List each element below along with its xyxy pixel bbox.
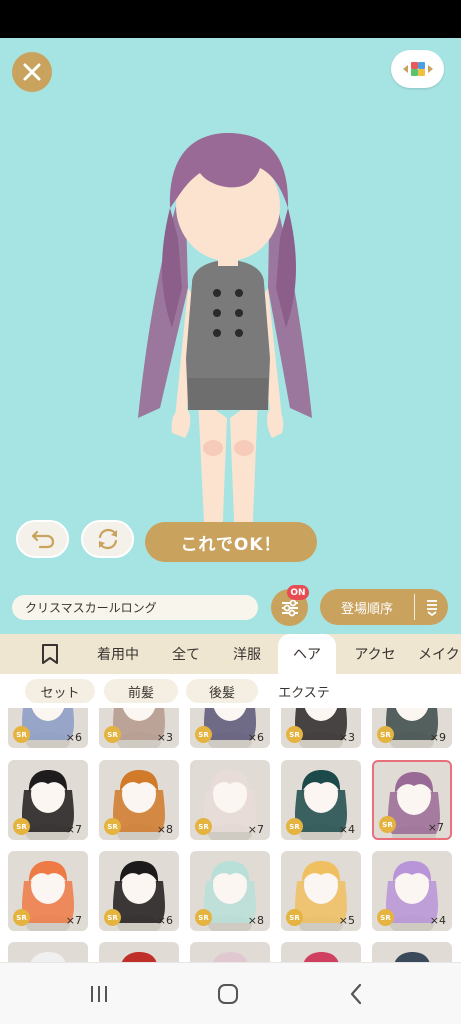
rarity-badge: SR [377, 909, 394, 926]
hair-item[interactable]: SR [99, 942, 179, 962]
system-nav-bar [0, 962, 461, 1024]
confirm-ok-button[interactable]: これでOK！ [145, 522, 317, 562]
hair-preview [303, 952, 339, 962]
hair-item[interactable]: SR ×3 [99, 708, 179, 748]
item-count: ×6 [156, 914, 173, 927]
subtab-extension[interactable]: エクステ [268, 679, 340, 703]
tab-clothes[interactable]: 洋服 [220, 634, 274, 674]
hair-item[interactable]: SR ×7 [372, 760, 452, 840]
filter-on-badge: ON [287, 585, 309, 600]
status-bar [0, 0, 461, 38]
hair-item[interactable]: SR ×3 [281, 708, 361, 748]
hair-item[interactable]: SR ×4 [372, 851, 452, 931]
item-count: ×6 [65, 731, 82, 744]
item-count: ×3 [156, 731, 173, 744]
rarity-badge: SR [13, 909, 30, 926]
filter-icon [281, 599, 298, 616]
item-grid: SR ×6 SR ×3 SR ×6 SR ×3 SR ×9 SR ×7 SR ×8 SR ×7 SR ×4 SR ×7… [0, 708, 461, 962]
item-count: ×8 [156, 823, 173, 836]
hair-item[interactable]: SR ×9 [372, 708, 452, 748]
close-button[interactable] [12, 52, 52, 92]
tab-wearing[interactable]: 着用中 [84, 634, 152, 674]
subtab-back-hair[interactable]: 後髪 [186, 679, 258, 703]
rarity-badge: SR [195, 726, 212, 743]
back-button[interactable] [341, 981, 371, 1007]
item-count: ×7 [427, 821, 444, 834]
hair-preview [394, 952, 430, 962]
close-icon [23, 63, 41, 81]
hair-subtabs: セット 前髪 後髪 エクステ [0, 674, 461, 708]
rarity-badge: SR [195, 818, 212, 835]
hair-item[interactable]: SR ×5 [281, 851, 361, 931]
item-count: ×6 [247, 731, 264, 744]
item-count: ×7 [65, 823, 82, 836]
hair-item[interactable]: SR ×6 [99, 851, 179, 931]
item-count: ×4 [429, 914, 446, 927]
tab-bookmark[interactable] [30, 634, 70, 674]
rarity-badge: SR [286, 818, 303, 835]
sort-button[interactable]: 登場順序 [320, 589, 448, 625]
palette-button[interactable] [391, 50, 444, 88]
rarity-badge: SR [379, 816, 396, 833]
hair-item[interactable]: SR ×6 [8, 708, 88, 748]
hair-preview [212, 952, 248, 962]
item-toolbar: クリスマスカールロング ON 登場順序 [0, 580, 461, 634]
rarity-badge: SR [13, 726, 30, 743]
tab-accessory[interactable]: アクセ [344, 634, 406, 674]
recent-apps-button[interactable] [84, 981, 114, 1007]
subtab-front-hair[interactable]: 前髪 [104, 679, 178, 703]
bookmark-icon [42, 644, 58, 664]
palette-icon [402, 62, 433, 76]
hair-item[interactable]: SR [372, 942, 452, 962]
hair-item[interactable]: SR [281, 942, 361, 962]
avatar-stage: これでOK！ [0, 38, 461, 580]
hair-item[interactable]: SR ×8 [190, 851, 270, 931]
rotate-button[interactable] [81, 520, 134, 558]
item-count: ×3 [338, 731, 355, 744]
sort-divider [414, 594, 415, 620]
rarity-badge: SR [13, 818, 30, 835]
hair-item[interactable]: SR ×4 [281, 760, 361, 840]
rarity-badge: SR [195, 909, 212, 926]
subtab-set[interactable]: セット [25, 679, 95, 703]
rarity-badge: SR [104, 818, 121, 835]
hair-item[interactable]: SR [190, 942, 270, 962]
rarity-badge: SR [104, 909, 121, 926]
item-count: ×7 [247, 823, 264, 836]
rarity-badge: SR [286, 726, 303, 743]
hair-preview [121, 952, 157, 962]
item-count: ×8 [247, 914, 264, 927]
sort-icon [426, 600, 437, 616]
hair-preview [30, 952, 66, 962]
item-count: ×9 [429, 731, 446, 744]
hair-item[interactable]: SR [8, 942, 88, 962]
tab-makeup[interactable]: メイク [418, 634, 461, 674]
rarity-badge: SR [377, 726, 394, 743]
undo-icon [31, 530, 54, 549]
recent-apps-icon [91, 986, 107, 1002]
tab-hair[interactable]: ヘア [278, 634, 336, 674]
selected-item-name: クリスマスカールロング [12, 595, 258, 620]
home-button[interactable] [213, 981, 243, 1007]
undo-button[interactable] [16, 520, 69, 558]
category-tabs: 着用中 全て 洋服 ヘア アクセ メイク [0, 634, 461, 674]
sort-order-toggle[interactable] [415, 598, 448, 616]
hair-item[interactable]: SR ×7 [190, 760, 270, 840]
sort-label: 登場順序 [340, 601, 393, 617]
hair-item[interactable]: SR ×7 [8, 760, 88, 840]
hair-item[interactable]: SR ×8 [99, 760, 179, 840]
rotate-icon [98, 528, 117, 550]
avatar-figure [138, 133, 312, 557]
rarity-badge: SR [104, 726, 121, 743]
item-count: ×7 [65, 914, 82, 927]
tab-all[interactable]: 全て [160, 634, 212, 674]
item-count: ×4 [338, 823, 355, 836]
home-icon [218, 984, 238, 1004]
rarity-badge: SR [286, 909, 303, 926]
item-count: ×5 [338, 914, 355, 927]
hair-item[interactable]: SR ×6 [190, 708, 270, 748]
back-icon [350, 983, 362, 1005]
hair-item[interactable]: SR ×7 [8, 851, 88, 931]
